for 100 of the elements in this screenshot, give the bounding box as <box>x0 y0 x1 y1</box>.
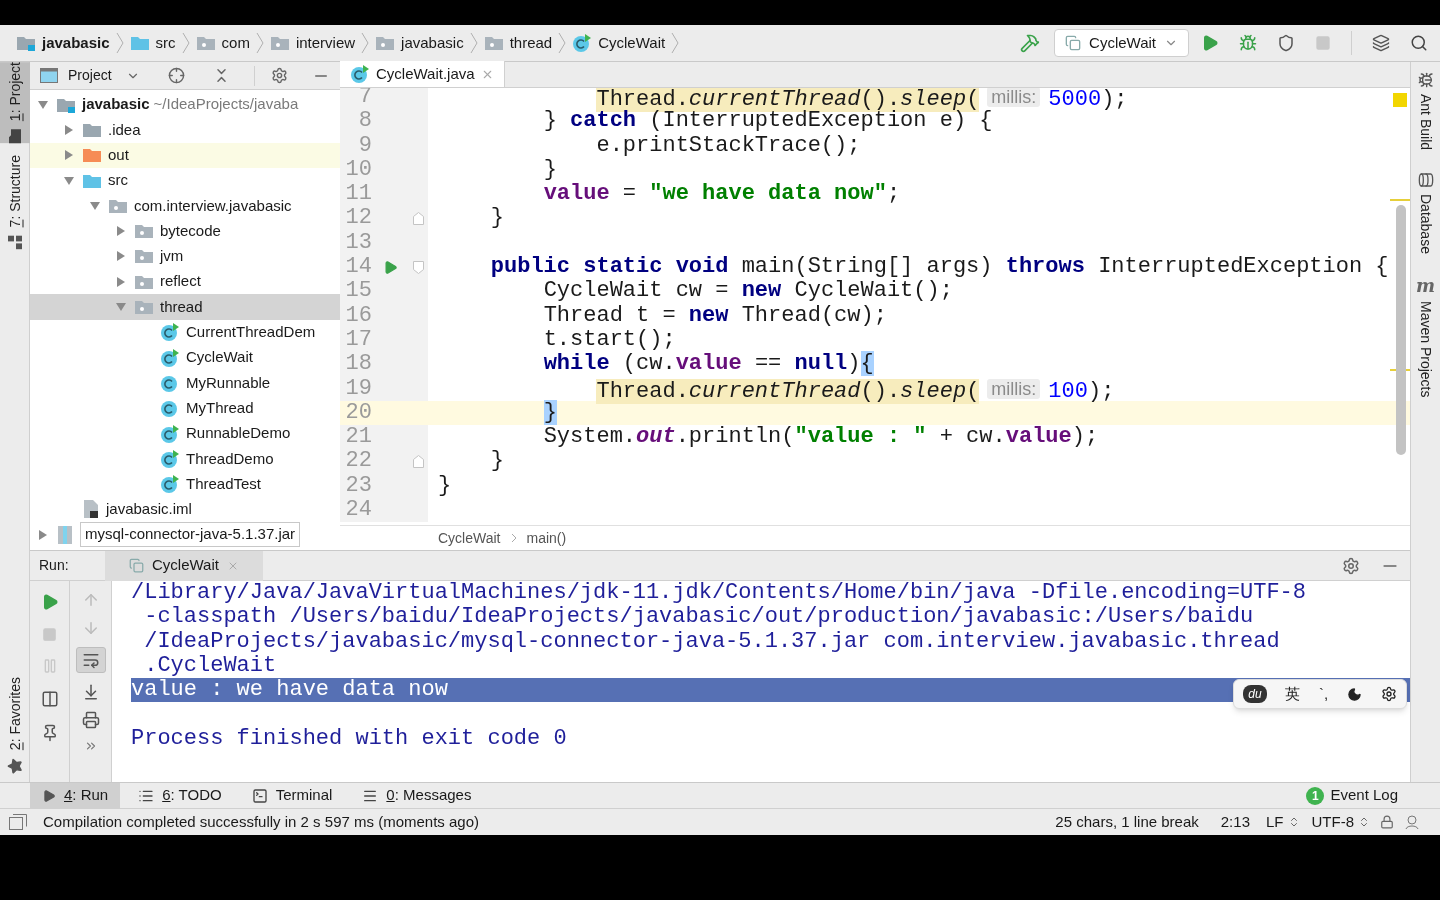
tree-item[interactable]: javabasic ~/IdeaProjects/javaba <box>30 92 340 118</box>
scrollbar-thumb[interactable] <box>1396 205 1406 455</box>
tree-item-label: out <box>108 145 129 165</box>
tree-item-label: RunnableDemo <box>186 423 291 444</box>
lock-icon[interactable] <box>1380 815 1394 829</box>
folder-icon <box>129 35 150 51</box>
breadcrumb-item[interactable]: thread <box>481 31 555 55</box>
collapse-arrow-icon[interactable] <box>63 174 75 187</box>
tree-item[interactable]: CycleWait <box>30 344 340 371</box>
breadcrumb-item[interactable]: main() <box>526 527 567 549</box>
tree-item-label: CycleWait <box>186 347 253 368</box>
tree-item[interactable]: .idea <box>30 117 340 143</box>
line-number: 10 <box>344 157 372 183</box>
tree-item[interactable]: thread <box>30 294 340 320</box>
tree-item[interactable]: MyRunnable <box>30 370 340 396</box>
tree-item[interactable]: ThreadTest <box>30 471 340 497</box>
line-number: 11 <box>344 182 372 207</box>
breadcrumb-item[interactable]: javabasic <box>14 31 112 55</box>
layout-icon[interactable] <box>40 690 59 708</box>
expand-arrow-icon[interactable] <box>115 225 127 238</box>
expand-arrow-icon[interactable] <box>63 149 75 162</box>
run-icon[interactable] <box>1201 34 1219 52</box>
tool-window-tab[interactable]: 2: Favorites <box>0 676 30 774</box>
chevron-icon <box>469 32 478 54</box>
tool-window-tab[interactable]: 1: Project <box>0 62 30 144</box>
tree-item[interactable]: RunnableDemo <box>30 420 340 447</box>
tree-item-label: src <box>108 170 128 191</box>
project-structure-icon[interactable] <box>1372 34 1390 52</box>
tree-item[interactable]: reflect <box>30 269 340 295</box>
view-selector[interactable]: Project <box>68 65 140 86</box>
warning-marker[interactable] <box>1393 93 1407 107</box>
breadcrumb-item[interactable]: com <box>193 31 252 55</box>
coverage-icon[interactable] <box>1277 34 1295 52</box>
settings-icon[interactable] <box>1380 686 1397 702</box>
tree-item[interactable]: com.interview.javabasic <box>30 193 340 219</box>
tree-item[interactable]: CurrentThreadDem <box>30 319 340 345</box>
run-gutter-icon[interactable] <box>382 259 398 275</box>
window-icon <box>129 558 144 573</box>
tool-window-tab[interactable]: Ant Build <box>1415 72 1436 151</box>
breadcrumb-item[interactable]: interview <box>267 31 358 55</box>
file-icon <box>82 499 100 520</box>
build-icon[interactable] <box>1020 33 1041 53</box>
line-separator-selector[interactable]: LF <box>1266 810 1300 834</box>
tree-item[interactable]: src <box>30 167 340 194</box>
run-tab[interactable]: CycleWait <box>105 550 263 581</box>
class-icon <box>160 322 180 343</box>
tool-window-tab[interactable]: 0: Messages <box>350 782 484 809</box>
search-icon[interactable] <box>1410 34 1428 52</box>
tree-item[interactable]: MyThread <box>30 395 340 421</box>
folder-icon <box>82 121 102 138</box>
expand-arrow-icon[interactable] <box>63 123 75 136</box>
collapse-arrow-icon[interactable] <box>115 301 127 313</box>
run-configuration-dropdown[interactable]: CycleWait <box>1054 29 1189 57</box>
tree-item-label: javabasic.iml <box>106 499 192 520</box>
debug-icon[interactable] <box>1239 34 1257 52</box>
breadcrumb-item[interactable]: src <box>127 31 178 55</box>
chevron-icon <box>510 533 517 543</box>
tool-window-tab[interactable]: 7: Structure <box>0 155 30 250</box>
editor-tab[interactable]: CycleWait.java <box>340 61 505 87</box>
encoding-selector[interactable]: UTF-8 <box>1311 810 1370 834</box>
tool-window-tab[interactable]: Database <box>1415 172 1436 254</box>
tree-item[interactable]: mysql-connector-java-5.1.37.jar <box>30 522 340 548</box>
language-toggle[interactable]: 英 <box>1285 681 1301 707</box>
code-line: } <box>542 157 557 183</box>
fold-icon[interactable] <box>412 260 424 274</box>
tree-item[interactable]: jvm <box>30 243 340 270</box>
fold-icon[interactable] <box>412 212 424 226</box>
expand-arrow-icon[interactable] <box>37 528 49 541</box>
line-number: 17 <box>344 327 372 353</box>
folder-icon <box>56 96 76 113</box>
panel-icon <box>40 68 58 83</box>
breadcrumb-item[interactable]: CycleWait <box>570 31 668 55</box>
locate-icon[interactable] <box>168 67 185 84</box>
tool-window-tab[interactable]: 6: TODO <box>126 782 234 809</box>
tree-item[interactable]: ThreadDemo <box>30 446 340 472</box>
tree-item[interactable]: out <box>30 142 340 168</box>
code-line: t.start(); <box>542 327 676 353</box>
tree-item[interactable]: bytecode <box>30 218 340 244</box>
breadcrumb-item[interactable]: javabasic <box>373 31 466 55</box>
fold-icon[interactable] <box>412 455 424 469</box>
tool-window-tab[interactable]: 4: Run <box>30 782 121 809</box>
soft-wrap-toggle[interactable] <box>75 647 106 673</box>
collapse-arrow-icon[interactable] <box>89 199 101 212</box>
inspector-icon[interactable] <box>1404 814 1420 830</box>
caret-position[interactable]: 2:13 <box>1220 810 1250 834</box>
expand-arrow-icon[interactable] <box>115 250 127 263</box>
breadcrumb-item[interactable]: CycleWait <box>438 527 501 549</box>
print-icon[interactable] <box>81 711 100 729</box>
expand-arrow-icon[interactable] <box>115 275 127 288</box>
tree-item[interactable]: javabasic.iml <box>30 496 340 523</box>
chevron-icon <box>361 32 370 54</box>
event-log-tab[interactable]: 1 Event Log <box>1306 784 1398 807</box>
console-line: Process finished with exit code 0 <box>131 726 568 752</box>
panel-toggle-icon[interactable] <box>9 814 27 830</box>
moon-icon[interactable] <box>1346 686 1362 702</box>
collapse-arrow-icon[interactable] <box>37 98 49 111</box>
line-number: 22 <box>344 449 372 474</box>
tool-window-tab[interactable]: Terminal <box>239 782 345 809</box>
ime-logo[interactable]: du <box>1243 685 1267 703</box>
punctuation-toggle[interactable]: `, <box>1319 681 1329 707</box>
